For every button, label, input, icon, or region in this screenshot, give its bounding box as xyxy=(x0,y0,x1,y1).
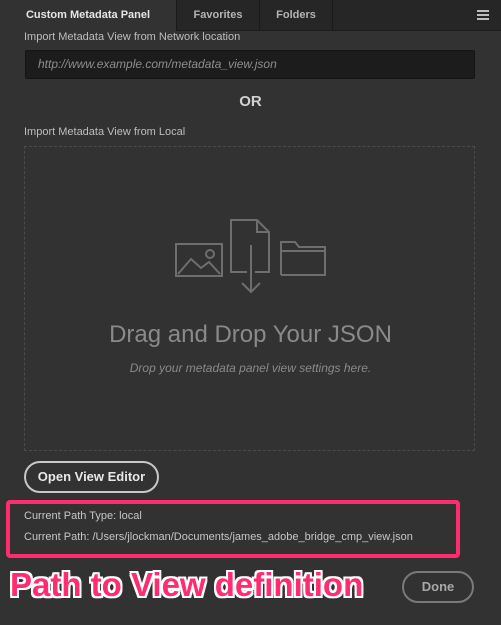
local-import-label: Import Metadata View from Local xyxy=(24,126,186,138)
annotation-callout-text: Path to View definition xyxy=(10,566,364,603)
drop-zone-title: Drag and Drop Your JSON xyxy=(109,321,392,348)
open-view-editor-button[interactable]: Open View Editor xyxy=(24,461,159,493)
network-import-label: Import Metadata View from Network locati… xyxy=(24,31,241,43)
network-url-input[interactable]: http://www.example.com/metadata_view.jso… xyxy=(25,50,475,79)
folder-icon xyxy=(280,241,326,276)
tab-bar: Custom Metadata Panel Favorites Folders xyxy=(0,0,501,31)
drop-zone-icons xyxy=(175,219,326,294)
tab-divider xyxy=(332,0,333,30)
done-button[interactable]: Done xyxy=(402,571,474,603)
image-icon xyxy=(175,243,223,277)
or-separator-label: OR xyxy=(239,93,262,110)
tab-custom-metadata-panel[interactable]: Custom Metadata Panel xyxy=(0,0,176,31)
file-download-icon xyxy=(230,219,270,294)
custom-metadata-panel: Custom Metadata Panel Favorites Folders … xyxy=(0,0,501,625)
tab-favorites[interactable]: Favorites xyxy=(177,0,259,30)
json-drop-zone[interactable]: Drag and Drop Your JSON Drop your metada… xyxy=(24,146,475,451)
annotation-highlight-box xyxy=(6,500,460,558)
tab-folders[interactable]: Folders xyxy=(260,0,332,30)
panel-menu-icon[interactable] xyxy=(477,10,489,20)
drop-zone-subtitle: Drop your metadata panel view settings h… xyxy=(129,361,372,375)
